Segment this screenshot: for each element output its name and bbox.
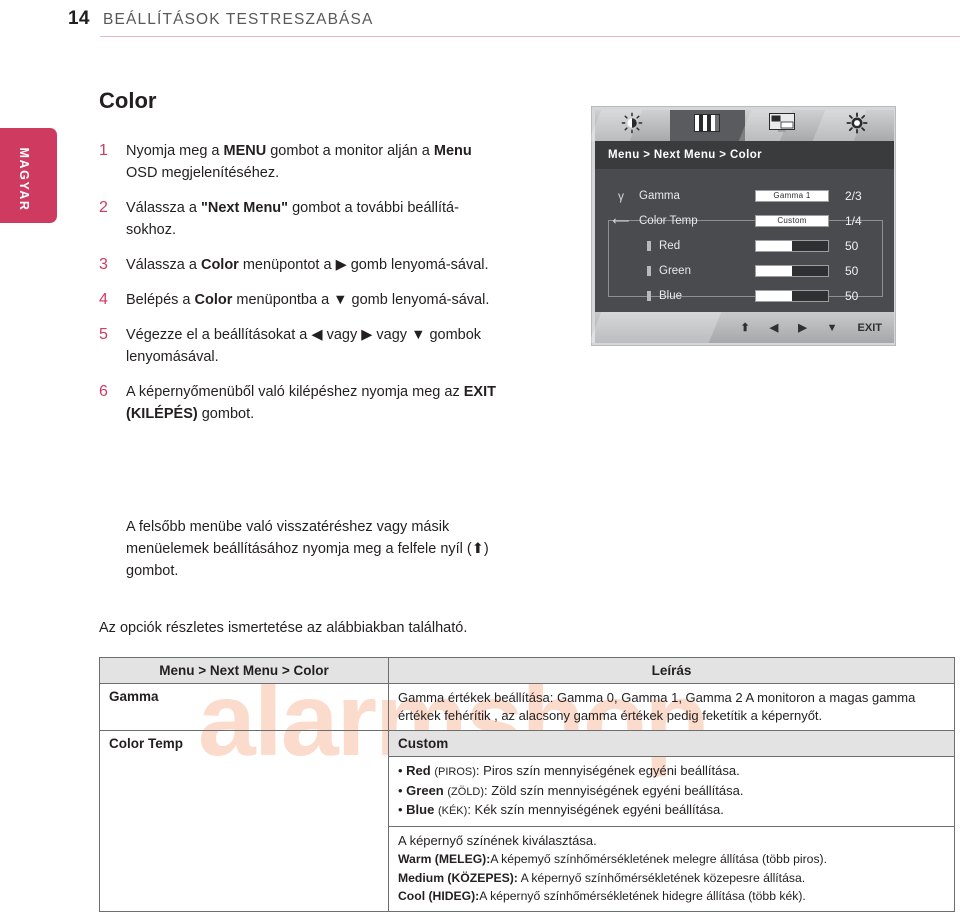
osd-row-value: 50 (845, 263, 859, 278)
osd-row-value: 50 (845, 238, 859, 253)
page-title: BEÁLLÍTÁSOK TESTRESZABÁSA (103, 11, 374, 28)
brightness-icon (621, 112, 643, 139)
osd-row-value: 1/4 (845, 213, 862, 228)
osd-exit-button[interactable]: EXIT (858, 322, 882, 334)
osd-row-blue[interactable]: Blue 50 (595, 283, 894, 308)
step-item: 6 A képernyőmenüből való kilépéshez nyomj… (99, 381, 499, 425)
osd-row-label: Blue (659, 289, 683, 302)
row-marker-icon (647, 265, 651, 276)
step-item: 2 Válassza a "Next Menu" gombot a további… (99, 197, 499, 241)
gamma-icon: γ (618, 188, 624, 203)
step-number: 1 (99, 142, 108, 159)
list-item: • Green (ZÖLD): Zöld szín mennyiségének … (398, 782, 744, 798)
options-table-head: Menu > Next Menu > Color Leírás (99, 657, 955, 684)
options-table-body: Gamma Gamma értékek beállítása: Gamma 0, … (99, 683, 955, 912)
osd-slider-fill (756, 240, 792, 251)
header-divider (100, 36, 960, 37)
table-row: Gamma Gamma értékek beállítása: Gamma 0, … (99, 683, 955, 731)
display-icon (768, 113, 795, 138)
row-marker-icon (647, 240, 651, 251)
step-text: Végezze el a beállításokat a ◀ vagy ▶ va… (126, 327, 482, 365)
table-header-row: Menu > Next Menu > Color Leírás (99, 657, 955, 684)
osd-slider[interactable] (755, 264, 829, 277)
step-item: 3 Válassza a Color menüpontot a ▶ gomb le… (99, 254, 499, 276)
list-item: • Red (PIROS): Piros szín mennyiségének … (398, 763, 740, 778)
table-header-description: Leírás (388, 657, 955, 684)
table-cell-label: Gamma (99, 683, 389, 731)
osd-row-label: Green (659, 264, 691, 277)
osd-slider-fill (756, 265, 792, 276)
osd-slider-fill (756, 290, 792, 301)
color-bars-icon (694, 114, 721, 137)
color-temp-icon: ⟵ (612, 213, 630, 228)
table-cell-description: Gamma értékek beállítása: Gamma 0, Gamma… (388, 683, 955, 731)
osd-screenshot: Menu > Next Menu > Color γ Gamma Gamma 1 2/… (588, 106, 896, 346)
step-text: Válassza a "Next Menu" gombot a további … (126, 200, 459, 238)
section-heading: Color (99, 88, 157, 113)
osd-row-color-temp[interactable]: ⟵ Color Temp Custom 1/4 (595, 208, 894, 233)
setup-icon (846, 112, 868, 139)
list-item: • Blue (KÉK): Kék szín mennyiségének egy… (398, 802, 724, 817)
osd-row-value: 50 (845, 288, 859, 303)
language-tab-label: MAGYAR (17, 147, 32, 212)
step-number: 3 (99, 256, 108, 273)
language-tab-magyar: MAGYAR (0, 128, 57, 223)
osd-value-box[interactable]: Gamma 1 (755, 189, 829, 202)
osd-down-button[interactable]: ▼ (827, 322, 838, 334)
step-number: 6 (99, 383, 108, 400)
osd-breadcrumb: Menu > Next Menu > Color (595, 141, 894, 169)
table-row: Color Temp Custom (99, 730, 955, 912)
osd-slider[interactable] (755, 289, 829, 302)
steps-list: 1 Nyomja meg a MENU gombot a monitor aljá… (99, 140, 499, 438)
osd-footer-sheen (588, 312, 722, 343)
step-item: 1 Nyomja meg a MENU gombot a monitor aljá… (99, 140, 499, 184)
step-number: 5 (99, 326, 108, 343)
options-table: Menu > Next Menu > Color Leírás Gamma Gam… (99, 657, 955, 912)
osd-icon-bar (588, 110, 894, 141)
osd-footer-bar: ⬆ ◀ ▶ ▼ EXIT (588, 312, 894, 343)
list-item: Cool (HIDEG):A képernyő színhőmérsékleté… (398, 889, 806, 903)
step-text: A képernyőmenüből való kilépéshez nyomja… (126, 384, 496, 422)
osd-value-box[interactable]: Custom (755, 214, 829, 227)
osd-row-value: 2/3 (845, 188, 862, 203)
table-header-menu-path: Menu > Next Menu > Color (99, 657, 389, 684)
row-marker-icon (647, 290, 651, 301)
step6-note: A felsőbb menübe való visszatéréshez vag… (126, 519, 489, 579)
osd-row-green[interactable]: Green 50 (595, 258, 894, 283)
osd-row-label: Gamma (639, 189, 680, 202)
list-item: Medium (KÖZEPES): A képernyő színhőmérsé… (398, 870, 806, 885)
step-number: 2 (99, 199, 108, 216)
osd-setup-icon[interactable] (812, 110, 894, 141)
osd-body: γ Gamma Gamma 1 2/3 ⟵ Color Temp Custom 1/4 Red 5… (595, 169, 894, 312)
step-item: 4 Belépés a Color menüpontba a ▼ gomb len… (99, 289, 499, 311)
step-text: Belépés a Color menüpontba a ▼ gomb leny… (126, 292, 490, 308)
osd-brightness-icon[interactable] (588, 110, 670, 141)
temp-intro: A képernyő színének kiválasztása. (398, 832, 597, 848)
step-text: Nyomja meg a MENU gombot a monitor alján… (126, 143, 472, 181)
step-number: 4 (99, 291, 108, 308)
osd-left-button[interactable]: ◀ (770, 321, 778, 334)
page-number: 14 (68, 8, 90, 29)
step-item: 5 Végezze el a beállításokat a ◀ vagy ▶ v… (99, 324, 499, 368)
osd-slider[interactable] (755, 239, 829, 252)
osd-row-red[interactable]: Red 50 (595, 233, 894, 258)
table-cell-rgb-bullets: • Red (PIROS): Piros szín mennyiségének … (388, 756, 955, 827)
table-intro-text: Az opciók részletes ismertetése az alább… (99, 620, 468, 636)
list-item: Warm (MELEG):A képemyő színhőmérsékletén… (398, 852, 827, 866)
page-header: 14 BEÁLLÍTÁSOK TESTRESZABÁSA (0, 0, 960, 46)
osd-row-label: Color Temp (639, 214, 698, 227)
osd-right-button[interactable]: ▶ (798, 321, 806, 334)
osd-up-button[interactable]: ⬆ (741, 321, 750, 334)
osd-color-bars-icon[interactable] (669, 110, 745, 141)
osd-display-icon[interactable] (738, 110, 820, 141)
osd-row-label: Red (659, 239, 681, 252)
table-cell-label: Color Temp (99, 730, 389, 912)
osd-row-gamma[interactable]: γ Gamma Gamma 1 2/3 (595, 183, 894, 208)
table-subheading-custom: Custom (388, 730, 955, 757)
step-text: Válassza a Color menüpontot a ▶ gomb len… (126, 257, 489, 273)
table-cell-color-temp-modes: A képernyő színének kiválasztása. Warm (M… (388, 825, 955, 912)
